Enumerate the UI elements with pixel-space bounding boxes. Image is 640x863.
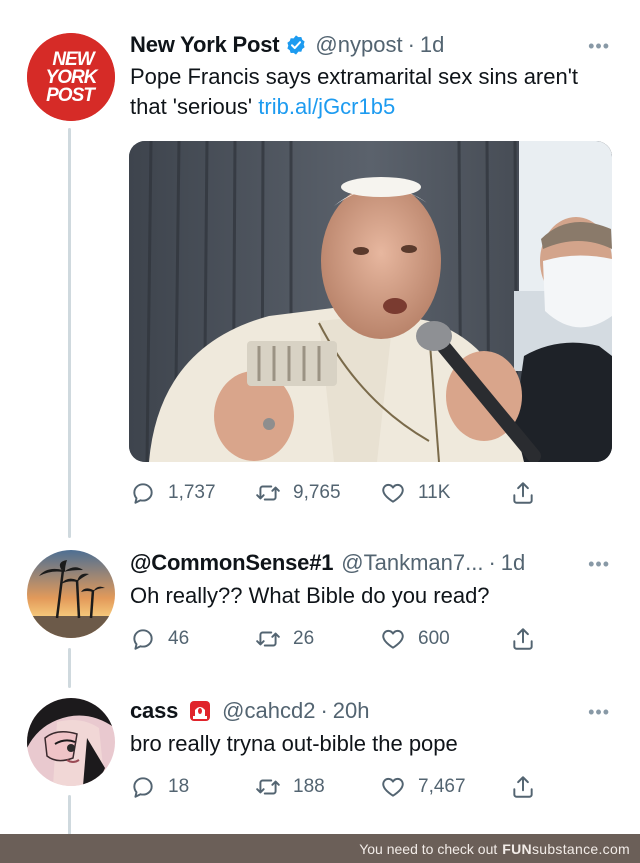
avatar[interactable] xyxy=(27,550,115,638)
like-count: 11K xyxy=(418,482,451,503)
retweet-icon xyxy=(256,485,280,501)
reply-action[interactable]: 18 xyxy=(130,774,255,800)
retweet-count: 26 xyxy=(293,628,315,649)
separator-dot: · xyxy=(407,32,415,57)
tweet-link[interactable]: trib.al/jGcr1b5 xyxy=(258,94,395,119)
retweet-count: 188 xyxy=(293,776,325,797)
heart-icon xyxy=(382,777,404,797)
retweet-icon xyxy=(256,631,280,647)
siren-icon xyxy=(190,701,211,721)
footer-text: You need to check out xyxy=(359,840,498,857)
verified-badge-icon xyxy=(287,35,306,55)
handle[interactable]: @cahcd2 xyxy=(222,698,315,724)
tweet-text: bro really tryna out-bible the pope xyxy=(130,731,458,756)
like-action[interactable]: 11K xyxy=(380,480,510,506)
reply-icon xyxy=(133,629,153,650)
tweet-actions: 1,737 9,765 11K xyxy=(130,480,560,506)
like-count: 600 xyxy=(418,628,450,649)
avatar[interactable]: NEW YORK POST xyxy=(27,33,115,121)
heart-icon xyxy=(382,629,404,649)
share-action[interactable] xyxy=(510,480,536,506)
retweet-count: 9,765 xyxy=(293,482,341,503)
share-icon xyxy=(513,628,533,650)
reply-count: 1,737 xyxy=(168,482,216,503)
retweet-action[interactable]: 188 xyxy=(255,774,380,800)
timestamp[interactable]: 20h xyxy=(333,698,370,724)
like-action[interactable]: 7,467 xyxy=(380,774,510,800)
more-options-icon[interactable]: ••• xyxy=(588,36,610,57)
tweet-text: Pope Francis says extramarital sex sins … xyxy=(130,62,610,122)
logo-line-3: POST xyxy=(46,85,96,106)
more-options-icon[interactable]: ••• xyxy=(588,554,610,575)
footer-brand-substance: substance.com xyxy=(531,840,630,857)
beach-palm-avatar-image xyxy=(27,550,115,638)
avatar[interactable] xyxy=(27,698,115,786)
display-name[interactable]: New York Post xyxy=(130,32,280,58)
reply-icon xyxy=(133,483,153,504)
nypost-logo: NEW YORK POST xyxy=(27,33,115,121)
share-icon xyxy=(513,482,533,504)
footer-brand-fun: FUN xyxy=(502,840,532,857)
display-name[interactable]: @CommonSense#1 xyxy=(130,550,333,576)
timestamp[interactable]: 1d xyxy=(501,550,525,576)
tweet-header: @CommonSense#1 @Tankman7... · 1d xyxy=(130,550,525,576)
tweet-reply-commonsense[interactable]: @CommonSense#1 @Tankman7... · 1d ••• Oh … xyxy=(0,540,640,680)
share-action[interactable] xyxy=(510,774,536,800)
retweet-icon xyxy=(256,779,280,795)
reply-count: 18 xyxy=(168,776,190,797)
reply-icon xyxy=(133,777,153,798)
like-count: 7,467 xyxy=(418,776,466,797)
tweet-reply-cass[interactable]: cass @cahcd2 · 20h ••• bro really tryna … xyxy=(0,688,640,828)
more-options-icon[interactable]: ••• xyxy=(588,702,610,723)
retweet-action[interactable]: 26 xyxy=(255,626,380,652)
timestamp[interactable]: 1d xyxy=(420,32,444,58)
reply-count: 46 xyxy=(168,628,190,649)
share-icon xyxy=(513,776,533,798)
tweet-text: Oh really?? What Bible do you read? xyxy=(130,583,490,608)
pope-photo-image xyxy=(129,141,612,462)
reply-action[interactable]: 1,737 xyxy=(130,480,255,506)
tweet-nypost[interactable]: NEW YORK POST New York Post @nypost · 1d… xyxy=(0,0,640,530)
heart-icon xyxy=(382,483,404,503)
handle[interactable]: @Tankman7... xyxy=(341,550,483,576)
tweet-header: cass @cahcd2 · 20h xyxy=(130,698,369,724)
like-action[interactable]: 600 xyxy=(380,626,510,652)
tweet-photo[interactable] xyxy=(129,141,612,462)
retweet-action[interactable]: 9,765 xyxy=(255,480,380,506)
display-name[interactable]: cass xyxy=(130,698,178,724)
tweet-actions: 18 188 7,467 xyxy=(130,774,560,800)
share-action[interactable] xyxy=(510,626,536,652)
anime-girl-avatar-image xyxy=(27,698,115,786)
reply-action[interactable]: 46 xyxy=(130,626,255,652)
handle[interactable]: @nypost xyxy=(315,32,402,58)
funsubstance-footer[interactable]: You need to check out FUN substance.com xyxy=(0,834,640,863)
separator-dot: · xyxy=(320,698,328,723)
separator-dot: · xyxy=(488,550,496,575)
tweet-header: New York Post @nypost · 1d xyxy=(130,32,444,58)
tweet-actions: 46 26 600 xyxy=(130,626,560,652)
